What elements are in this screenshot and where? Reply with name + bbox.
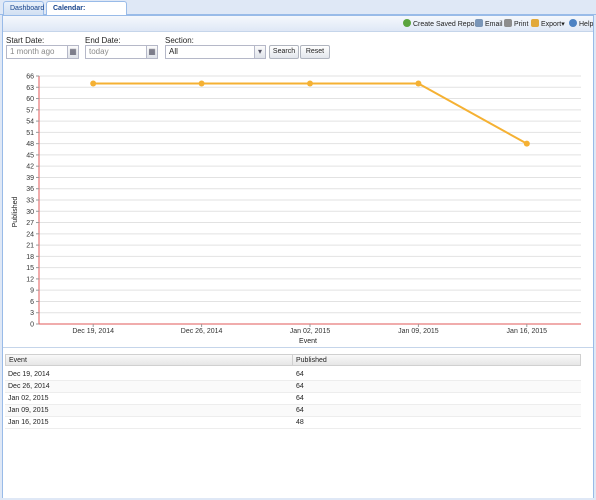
- y-tick-label: 54: [26, 119, 34, 126]
- help-icon: [569, 19, 577, 27]
- help-label: Help: [579, 21, 594, 28]
- cell-published: 64: [296, 407, 304, 414]
- y-tick-label: 42: [26, 164, 34, 171]
- email-button[interactable]: Email: [475, 19, 503, 30]
- y-tick-label: 63: [26, 85, 34, 92]
- cell-published: 64: [296, 395, 304, 402]
- cell-published: 48: [296, 419, 304, 426]
- cell-event: Jan 09, 2015: [8, 407, 49, 414]
- y-tick-label: 24: [26, 231, 34, 238]
- y-tick-label: 27: [26, 220, 34, 227]
- data-grid: Event Published Dec 19, 2014 64 Dec 26, …: [3, 354, 593, 498]
- y-tick-label: 45: [26, 152, 34, 159]
- cell-event: Dec 26, 2014: [8, 383, 50, 390]
- report-panel: Create Saved Report Email Print Export▾ …: [2, 15, 594, 498]
- y-tick-label: 60: [26, 96, 34, 103]
- x-axis-label: Event: [299, 338, 317, 345]
- y-tick-label: 9: [30, 288, 34, 295]
- end-date-label: End Date:: [85, 36, 121, 45]
- table-row[interactable]: Jan 09, 2015 64: [5, 405, 581, 417]
- grid-header: Event Published: [5, 354, 581, 366]
- y-tick-label: 3: [30, 310, 34, 317]
- start-date-calendar-icon[interactable]: ▦: [67, 45, 79, 59]
- y-tick-label: 12: [26, 276, 34, 283]
- column-header-event[interactable]: Event: [6, 355, 293, 366]
- cell-published: 64: [296, 383, 304, 390]
- tab-bar: Dashboard Calendar: Published⊗: [0, 0, 596, 25]
- x-tick-label: Jan 09, 2015: [398, 328, 439, 335]
- create-saved-report-button[interactable]: Create Saved Report: [403, 19, 479, 30]
- cell-event: Jan 02, 2015: [8, 395, 49, 402]
- section-select[interactable]: All: [165, 45, 255, 59]
- line-chart-svg: 0369121518212427303336394245485154576063…: [12, 74, 581, 345]
- email-label: Email: [485, 21, 503, 28]
- print-button[interactable]: Print: [504, 19, 528, 30]
- y-tick-label: 15: [26, 265, 34, 272]
- data-point: [198, 80, 205, 87]
- section-select-value: All: [169, 47, 178, 56]
- y-axis-label: Published: [12, 197, 19, 228]
- section-dropdown-icon[interactable]: ▾: [254, 45, 266, 59]
- y-tick-label: 18: [26, 254, 34, 261]
- y-tick-label: 30: [26, 209, 34, 216]
- help-button[interactable]: Help: [569, 19, 593, 30]
- export-icon: [531, 19, 539, 27]
- tab-calendar-published[interactable]: Calendar: Published⊗: [46, 1, 127, 25]
- end-date-input[interactable]: today: [85, 45, 149, 59]
- reset-button[interactable]: Reset: [300, 45, 330, 59]
- cell-event: Dec 19, 2014: [8, 371, 50, 378]
- y-tick-label: 6: [30, 299, 34, 306]
- cell-event: Jan 16, 2015: [8, 419, 49, 426]
- y-tick-label: 57: [26, 107, 34, 114]
- tab-dashboard[interactable]: Dashboard: [3, 1, 44, 15]
- y-tick-label: 39: [26, 175, 34, 182]
- column-header-published[interactable]: Published: [293, 355, 580, 366]
- end-date-calendar-icon[interactable]: ▦: [146, 45, 158, 59]
- dropdown-arrow-icon: ▾: [561, 21, 565, 28]
- search-button[interactable]: Search: [269, 45, 299, 59]
- table-row[interactable]: Jan 02, 2015 64: [5, 393, 581, 405]
- y-tick-label: 51: [26, 130, 34, 137]
- x-tick-label: Jan 16, 2015: [507, 328, 548, 335]
- create-saved-report-label: Create Saved Report: [413, 21, 479, 28]
- x-tick-label: Jan 02, 2015: [290, 328, 331, 335]
- section-label: Section:: [165, 36, 194, 45]
- y-tick-label: 33: [26, 198, 34, 205]
- start-date-label: Start Date:: [6, 36, 45, 45]
- table-row[interactable]: Dec 26, 2014 64: [5, 381, 581, 393]
- y-tick-label: 48: [26, 141, 34, 148]
- print-label: Print: [514, 21, 529, 28]
- add-icon: [403, 19, 411, 27]
- y-tick-label: 36: [26, 186, 34, 193]
- report-toolbar: Create Saved Report Email Print Export▾ …: [3, 16, 593, 32]
- tab-dashboard-label: Dashboard: [10, 5, 45, 12]
- y-tick-label: 0: [30, 322, 34, 329]
- cell-published: 64: [296, 371, 304, 378]
- y-tick-label: 66: [26, 74, 34, 81]
- email-icon: [475, 19, 483, 27]
- print-icon: [504, 19, 512, 27]
- data-point: [415, 80, 422, 87]
- x-tick-label: Dec 19, 2014: [72, 328, 114, 335]
- table-row[interactable]: Jan 16, 2015 48: [5, 417, 581, 429]
- data-point: [90, 80, 97, 87]
- table-row[interactable]: Dec 19, 2014 64: [5, 369, 581, 381]
- published-chart: 0 3 6 9 12 15 18 21 24 27 30 33 36 39 42 45 48 51 54 57 60 63…: [3, 66, 593, 348]
- start-date-input[interactable]: 1 month ago: [6, 45, 70, 59]
- data-point: [307, 80, 313, 87]
- export-label: Export: [541, 21, 562, 28]
- y-tick-label: 21: [26, 243, 34, 250]
- data-point: [523, 140, 530, 147]
- series-line: [93, 82, 528, 145]
- export-button[interactable]: Export▾: [531, 19, 565, 30]
- x-tick-label: Dec 26, 2014: [181, 328, 223, 335]
